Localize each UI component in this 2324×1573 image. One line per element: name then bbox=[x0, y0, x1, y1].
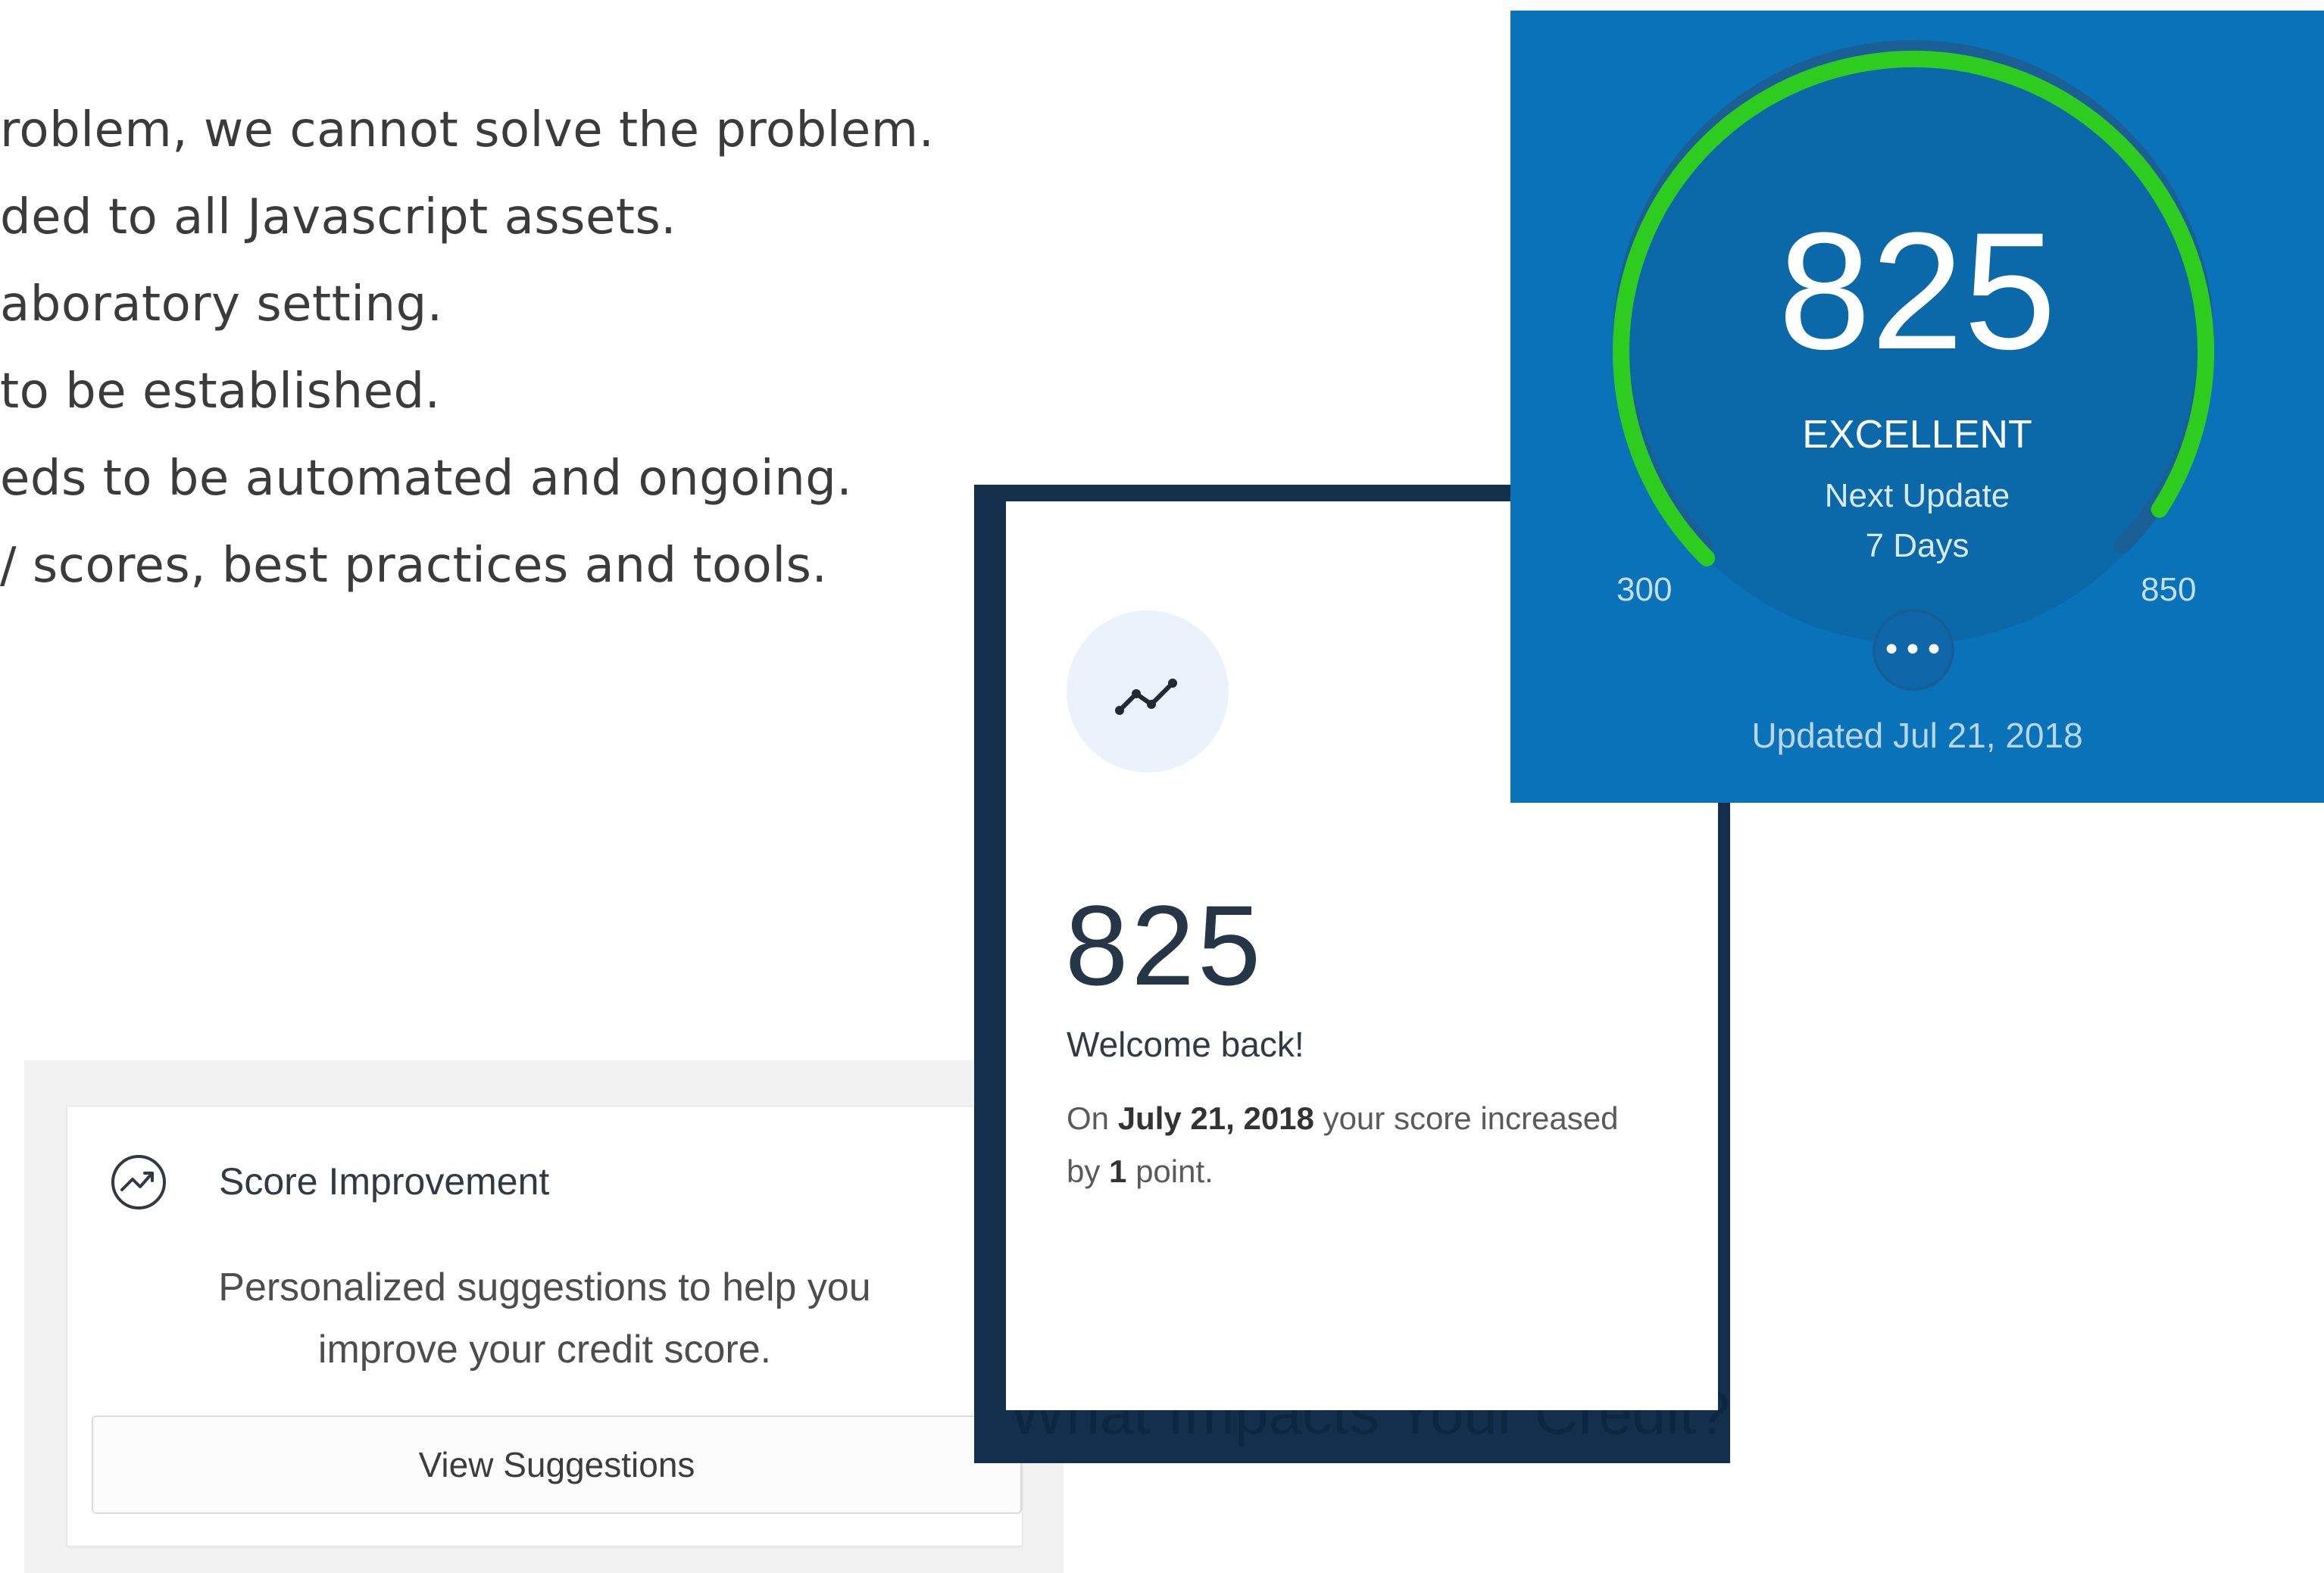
more-dots-icon[interactable]: ••• bbox=[1873, 609, 1954, 691]
score-improvement-description: Personalized suggestions to help you imp… bbox=[67, 1256, 1022, 1381]
next-update-value: 7 Days bbox=[1865, 527, 1969, 564]
gauge-rating: EXCELLENT bbox=[1802, 413, 2032, 457]
next-update-label: Next Update bbox=[1824, 477, 2010, 514]
trend-badge bbox=[1067, 610, 1229, 772]
last-updated-date: Updated Jul 21, 2018 bbox=[1751, 716, 2083, 755]
gauge-max-label: 850 bbox=[2141, 571, 2197, 608]
trend-line-icon bbox=[1115, 679, 1177, 715]
description-line: improve your credit score. bbox=[317, 1328, 772, 1372]
slide-text-line: to be established. bbox=[0, 364, 441, 420]
description-line: Personalized suggestions to help you bbox=[218, 1266, 871, 1309]
score-improvement-title: Score Improvement bbox=[219, 1160, 550, 1203]
credit-score-value: 825 bbox=[1065, 882, 1264, 1009]
slide-text-line: aboratory setting. bbox=[0, 276, 443, 332]
next-update: Next Update 7 Days bbox=[1510, 471, 2324, 571]
slide-text-line: eds to be automated and ongoing. bbox=[0, 451, 853, 507]
update-date: July 21, 2018 bbox=[1117, 1100, 1314, 1136]
score-improvement-panel: Score Improvement Personalized suggestio… bbox=[24, 1060, 1064, 1573]
view-suggestions-button[interactable]: View Suggestions bbox=[92, 1415, 1022, 1514]
trend-up-circle-icon bbox=[108, 1152, 169, 1213]
welcome-message: Welcome back! bbox=[1067, 1025, 1304, 1064]
update-points: 1 bbox=[1109, 1153, 1127, 1189]
slide-text-line: ded to all Javascript assets. bbox=[0, 189, 677, 245]
gauge-score-value: 825 bbox=[1778, 198, 2057, 384]
score-improvement-card: Score Improvement Personalized suggestio… bbox=[67, 1106, 1023, 1546]
slide-text-line: / scores, best practices and tools. bbox=[0, 538, 828, 594]
gauge-min-label: 300 bbox=[1616, 571, 1673, 608]
update-suffix: point. bbox=[1135, 1153, 1214, 1189]
score-change-message: On July 21, 2018 your score increased by… bbox=[1067, 1092, 1642, 1198]
update-prefix: On bbox=[1067, 1100, 1110, 1136]
credit-gauge-panel: 825 EXCELLENT Next Update 7 Days 300 850… bbox=[1510, 11, 2324, 803]
slide-text-line: roblem, we cannot solve the problem. bbox=[0, 102, 935, 158]
slide-text: roblem, we cannot solve the problem. ded… bbox=[0, 0, 1060, 606]
